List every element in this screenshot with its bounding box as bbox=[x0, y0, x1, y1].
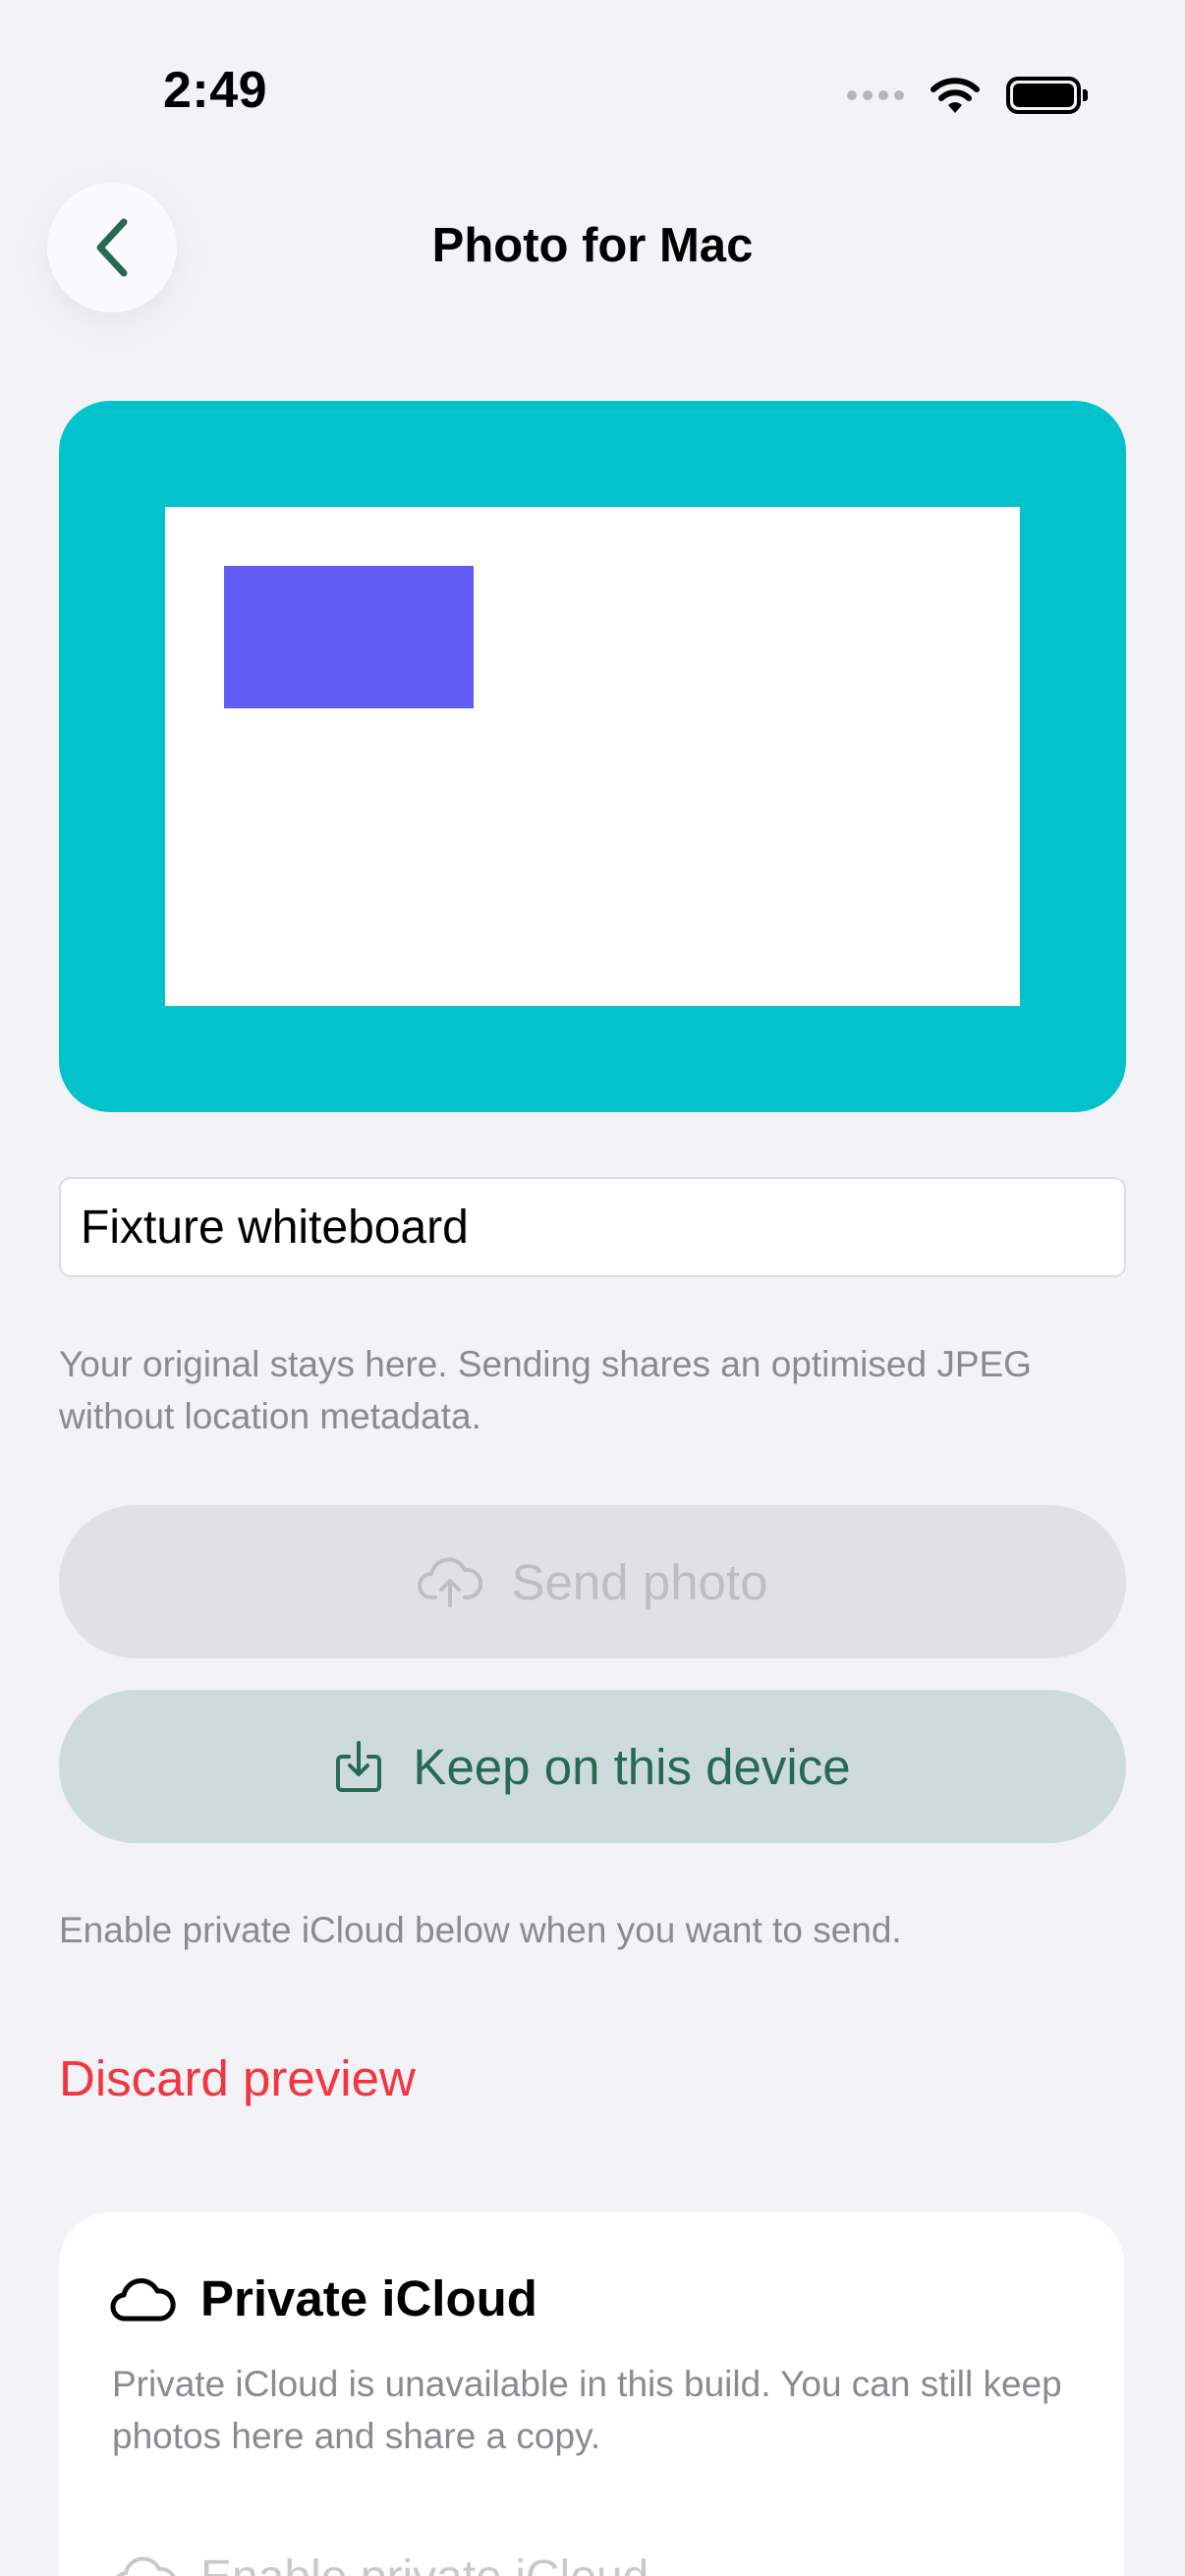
preview-shape bbox=[224, 566, 474, 708]
send-photo-button[interactable]: Send photo bbox=[59, 1505, 1126, 1658]
photo-title-input[interactable] bbox=[59, 1177, 1126, 1277]
page-title: Photo for Mac bbox=[431, 219, 754, 272]
private-icloud-title: Private iCloud bbox=[200, 2270, 537, 2326]
screen: 2:49 Photo for Mac Your original stays h… bbox=[0, 0, 1185, 2576]
battery-icon bbox=[1006, 77, 1088, 114]
enable-private-icloud-label: Enable private iCloud bbox=[200, 2550, 649, 2576]
private-icloud-header: Private iCloud bbox=[110, 2269, 537, 2327]
cellular-signal-icon bbox=[847, 90, 904, 100]
keep-on-device-label: Keep on this device bbox=[413, 1738, 851, 1795]
icloud-hint: Enable private iCloud below when you wan… bbox=[59, 1910, 902, 1950]
status-time: 2:49 bbox=[163, 62, 268, 119]
keep-on-device-button[interactable]: Keep on this device bbox=[59, 1690, 1126, 1843]
photo-preview bbox=[59, 401, 1126, 1112]
cloud-upload-icon bbox=[417, 1557, 482, 1607]
private-icloud-card: Private iCloud Private iCloud is unavail… bbox=[59, 2212, 1124, 2576]
send-photo-label: Send photo bbox=[511, 1553, 768, 1610]
cloud-icon bbox=[115, 2556, 176, 2576]
download-tray-icon bbox=[336, 1741, 382, 1792]
privacy-note: Your original stays here. Sending shares… bbox=[59, 1344, 1032, 1436]
private-icloud-description: Private iCloud is unavailable in this bu… bbox=[112, 2364, 1062, 2456]
status-indicators bbox=[847, 71, 1088, 120]
discard-preview-button[interactable]: Discard preview bbox=[59, 2049, 416, 2107]
preview-whiteboard bbox=[165, 507, 1020, 1006]
cloud-icon bbox=[110, 2277, 176, 2322]
wifi-icon bbox=[931, 78, 980, 113]
enable-private-icloud-button[interactable]: Enable private iCloud bbox=[112, 2550, 649, 2576]
